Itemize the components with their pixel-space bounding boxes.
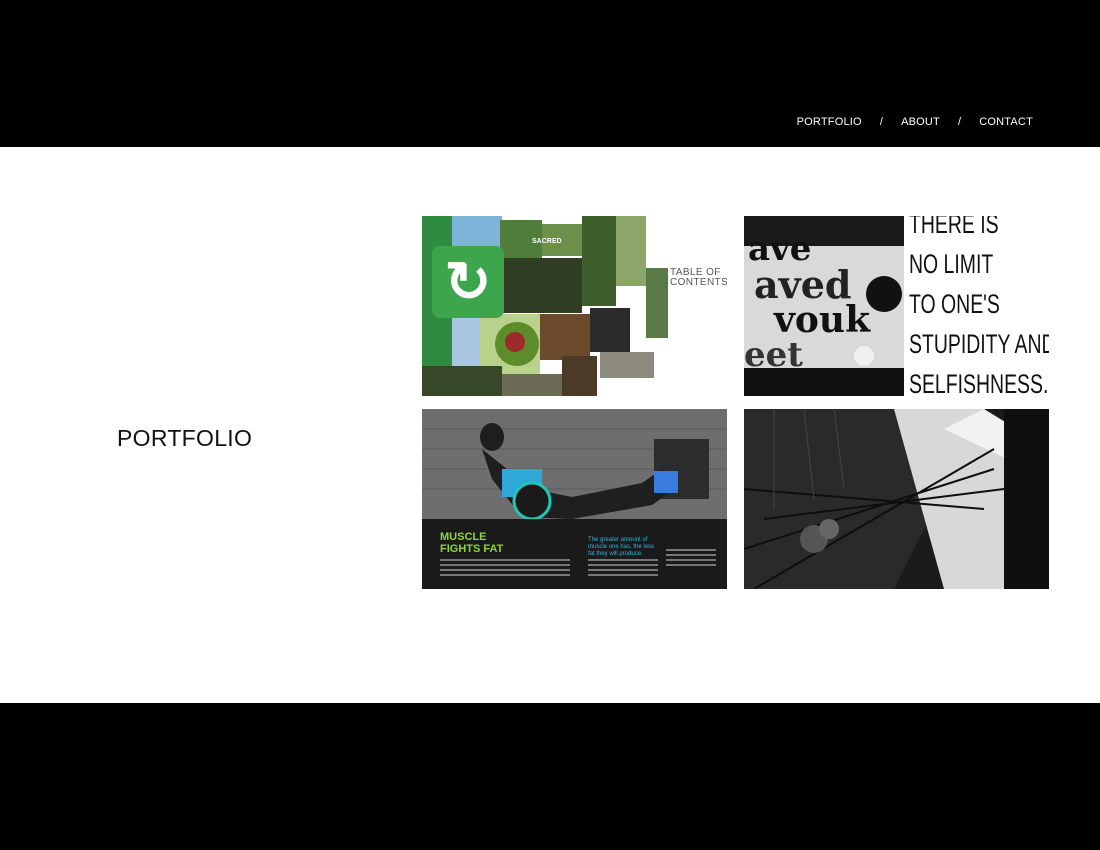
portfolio-tile-fitness[interactable]: MUSCLE FIGHTS FAT The greater amount of … (422, 409, 727, 589)
main-content: PORTFOLIO ↻ SACRED TABLE OF CONTENTS ave… (0, 147, 1100, 703)
architecture-photo (744, 409, 1049, 589)
fitness-headline: MUSCLE FIGHTS FAT (440, 531, 503, 555)
quote-line: SELFISHNESS. (909, 369, 1049, 396)
quote-text: THERE IS NO LIMIT TO ONE'S STUPIDITY AND… (909, 216, 1049, 396)
main-nav: PORTFOLIO / ABOUT / CONTACT (797, 116, 1033, 128)
refresh-arrow-icon: ↻ (432, 246, 504, 318)
quote-line: NO LIMIT (909, 249, 994, 279)
headline-line: MUSCLE (440, 531, 487, 543)
page-title: PORTFOLIO (117, 425, 253, 451)
nav-separator: / (879, 116, 884, 128)
site-footer (0, 703, 1100, 850)
nav-separator: / (957, 116, 962, 128)
portfolio-tile-architecture[interactable] (744, 409, 1049, 589)
nav-about[interactable]: ABOUT (901, 116, 940, 128)
quote-line: TO ONE'S (909, 289, 1000, 319)
portfolio-tile-collage[interactable]: ↻ SACRED TABLE OF CONTENTS (422, 216, 727, 396)
nav-contact[interactable]: CONTACT (979, 116, 1033, 128)
toc-title: TABLE OF CONTENTS (670, 267, 727, 288)
fitness-subhead: The greater amount of muscle one has, th… (588, 537, 655, 557)
collage-caption: SACRED (532, 238, 562, 245)
nav-portfolio[interactable]: PORTFOLIO (797, 116, 862, 128)
headline-line: FIGHTS FAT (440, 543, 504, 555)
quote-line: THERE IS (909, 216, 999, 239)
site-header: PORTFOLIO / ABOUT / CONTACT (0, 0, 1100, 147)
fitness-photo (422, 409, 727, 589)
portfolio-tile-quote[interactable]: ave aved vouk eet THERE IS NO LIMIT TO O… (744, 216, 1049, 396)
quote-line: STUPIDITY AND (909, 329, 1049, 359)
